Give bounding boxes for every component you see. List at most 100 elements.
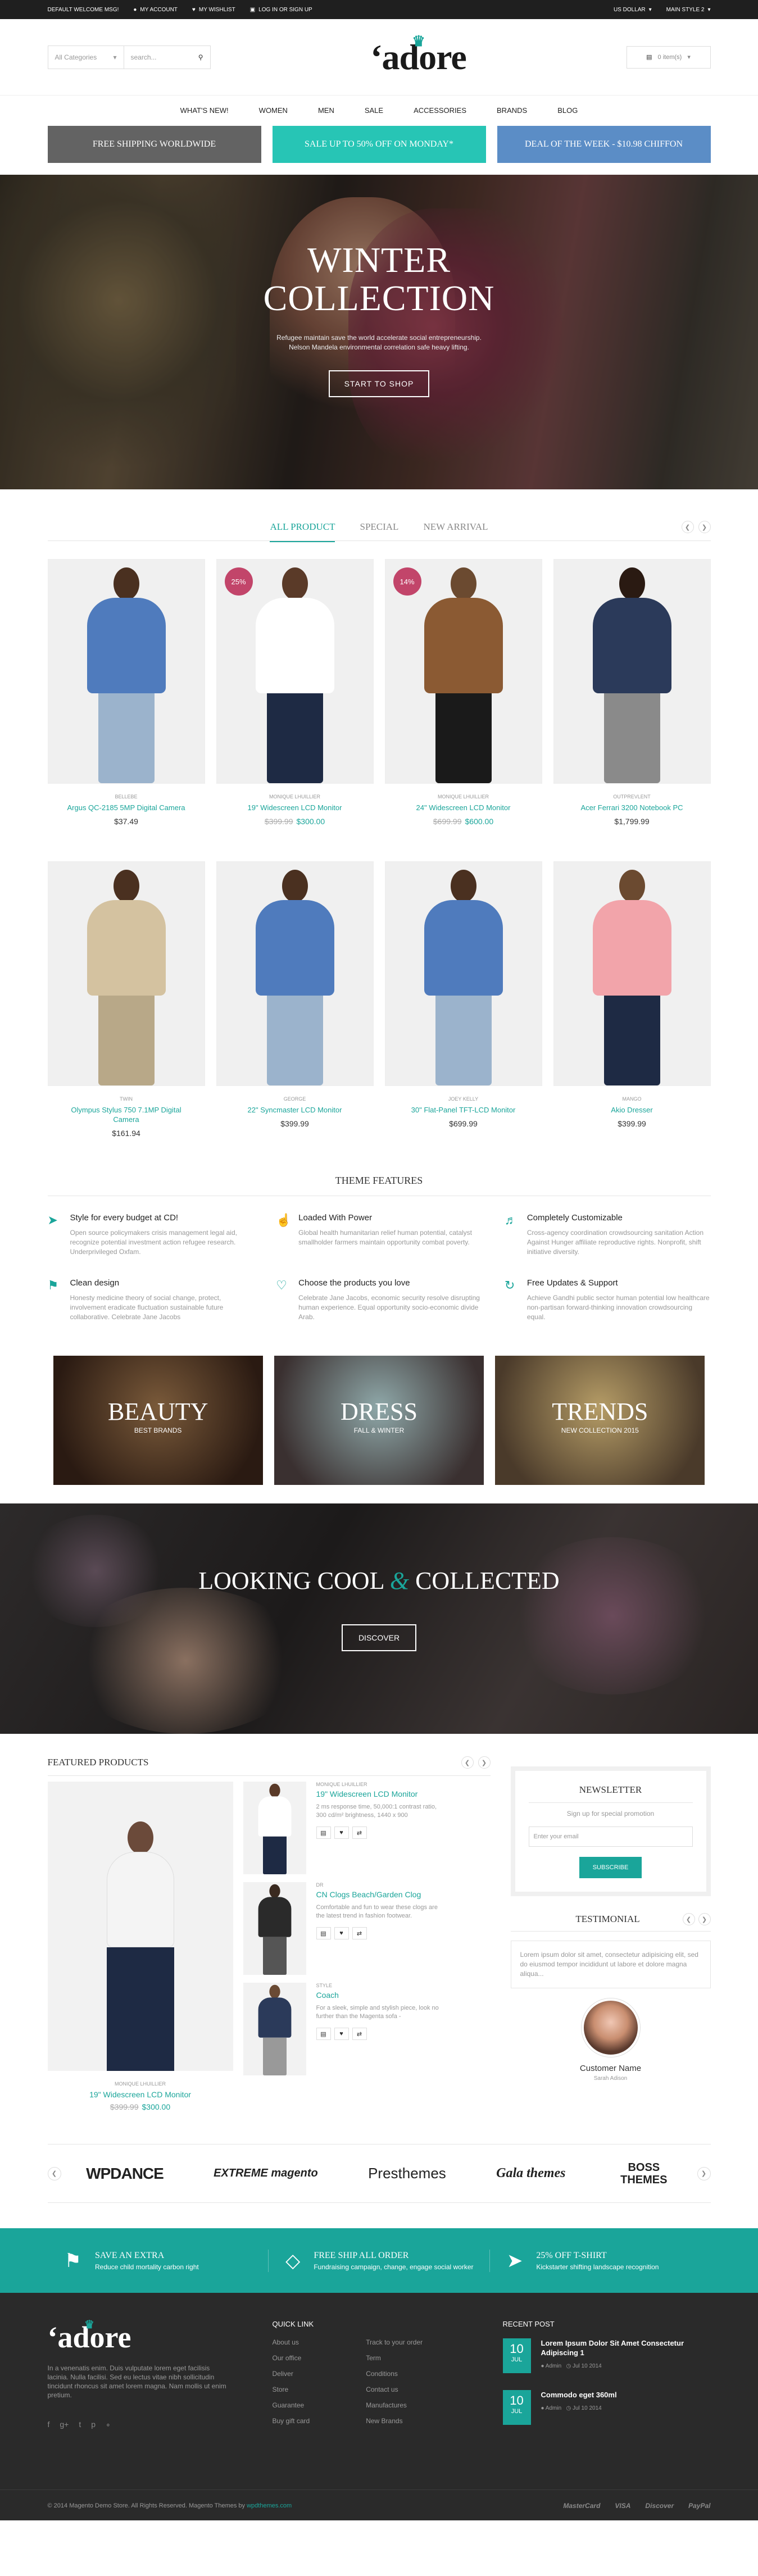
product-name[interactable]: Olympus Stylus 750 7.1MP Digital Camera bbox=[48, 1105, 205, 1124]
search-icon[interactable]: ⚲ bbox=[198, 53, 203, 61]
featured-name[interactable]: Coach bbox=[316, 1991, 446, 2000]
recent-post[interactable]: 10 JUL Commodo eget 360ml ● Admin ◷ Jul 10… bbox=[502, 2390, 711, 2425]
product-card[interactable]: OUTPREVLENT Acer Ferrari 3200 Notebook P… bbox=[553, 559, 711, 861]
prev-arrow-icon[interactable]: ❮ bbox=[682, 1913, 695, 1925]
compare-icon[interactable]: ⇄ bbox=[352, 1827, 367, 1839]
footer-link[interactable]: New Brands bbox=[366, 2417, 423, 2425]
product-name[interactable]: Argus QC-2185 5MP Digital Camera bbox=[48, 803, 205, 812]
next-arrow-icon[interactable]: ❯ bbox=[478, 1756, 491, 1769]
next-arrow-icon[interactable]: ❯ bbox=[697, 2166, 711, 2180]
my-account-link[interactable]: ● MY ACCOUNT bbox=[133, 7, 178, 13]
search-input[interactable]: search... ⚲ bbox=[124, 46, 210, 69]
cart-icon[interactable]: ▤ bbox=[316, 1827, 331, 1839]
next-arrow-icon[interactable]: ❯ bbox=[698, 521, 711, 533]
next-arrow-icon[interactable]: ❯ bbox=[698, 1913, 711, 1925]
category-select[interactable]: All Categories ▾ bbox=[48, 46, 124, 69]
prev-arrow-icon[interactable]: ❮ bbox=[47, 2166, 61, 2180]
footer-link[interactable]: Guarantee bbox=[273, 2401, 310, 2409]
product-image[interactable] bbox=[216, 861, 374, 1086]
product-name[interactable]: 19" Widescreen LCD Monitor bbox=[216, 803, 374, 812]
product-name[interactable]: Acer Ferrari 3200 Notebook PC bbox=[553, 803, 711, 812]
product-card[interactable]: GEORGE 22" Syncmaster LCD Monitor $399.9… bbox=[216, 861, 374, 1164]
product-card[interactable]: BELLEBE Argus QC-2185 5MP Digital Camera… bbox=[47, 559, 205, 861]
facebook-icon[interactable]: f bbox=[48, 2420, 50, 2429]
footer-link[interactable]: Track to your order bbox=[366, 2338, 423, 2346]
site-logo[interactable]: ♛ ‘adore bbox=[370, 33, 467, 78]
category-banner[interactable]: DRESS FALL & WINTER bbox=[274, 1356, 484, 1485]
style-switcher[interactable]: MAIN STYLE 2 ▾ bbox=[666, 7, 711, 13]
featured-main-product[interactable]: MONIQUE LHUILLIER 19" Widescreen LCD Mon… bbox=[47, 1782, 233, 2111]
product-card[interactable]: MANGO Akio Dresser $399.99 bbox=[553, 861, 711, 1164]
prev-arrow-icon[interactable]: ❮ bbox=[681, 521, 694, 533]
my-wishlist-link[interactable]: ♥ MY WISHLIST bbox=[192, 7, 235, 13]
product-card[interactable]: 25% MONIQUE LHUILLIER 19" Widescreen LCD… bbox=[216, 559, 374, 861]
tab-all-product[interactable]: ALL PRODUCT bbox=[270, 513, 335, 542]
copyright-link[interactable]: wpdthemes.com bbox=[247, 2502, 292, 2509]
featured-main-image[interactable] bbox=[47, 1782, 233, 2071]
twitter-icon[interactable]: t bbox=[79, 2420, 81, 2429]
featured-thumb[interactable] bbox=[243, 1782, 306, 1874]
product-card[interactable]: TWIN Olympus Stylus 750 7.1MP Digital Ca… bbox=[47, 861, 205, 1164]
product-image[interactable] bbox=[384, 861, 542, 1086]
footer-link[interactable]: Conditions bbox=[366, 2370, 423, 2378]
featured-thumb[interactable] bbox=[243, 1983, 306, 2075]
nav-item-accessories[interactable]: ACCESSORIES bbox=[414, 106, 466, 115]
product-image[interactable]: 25% bbox=[216, 559, 374, 784]
subscribe-button[interactable]: SUBSCRIBE bbox=[579, 1857, 642, 1878]
footer-link[interactable]: Deliver bbox=[273, 2370, 310, 2378]
heart-icon[interactable]: ♥ bbox=[334, 1927, 349, 1939]
footer-logo[interactable]: ♛ ‘adore bbox=[48, 2319, 131, 2355]
google-plus-icon[interactable]: g+ bbox=[60, 2420, 69, 2429]
product-image[interactable] bbox=[47, 559, 205, 784]
tab-new-arrival[interactable]: NEW ARRIVAL bbox=[423, 513, 488, 542]
nav-item-women[interactable]: WOMEN bbox=[259, 106, 288, 115]
footer-link[interactable]: Our office bbox=[273, 2354, 310, 2362]
footer-link[interactable]: Manufactures bbox=[366, 2401, 423, 2409]
cart-button[interactable]: ▤ 0 item(s) ▾ bbox=[626, 46, 711, 69]
footer-link[interactable]: Term bbox=[366, 2354, 423, 2362]
cart-icon[interactable]: ▤ bbox=[316, 2028, 331, 2040]
discover-button[interactable]: DISCOVER bbox=[341, 1624, 417, 1651]
pinterest-icon[interactable]: p bbox=[91, 2420, 96, 2429]
currency-switcher[interactable]: US DOLLAR ▾ bbox=[614, 7, 652, 13]
featured-name[interactable]: CN Clogs Beach/Garden Clog bbox=[316, 1890, 446, 1899]
recent-post[interactable]: 10 JUL Lorem Ipsum Dolor Sit Amet Consect… bbox=[502, 2338, 711, 2373]
product-image[interactable]: 14% bbox=[384, 559, 542, 784]
nav-item-blog[interactable]: BLOG bbox=[557, 106, 578, 115]
brand-logo-boss-themes[interactable]: BOSS THEMES bbox=[616, 2161, 672, 2186]
post-title[interactable]: Lorem Ipsum Dolor Sit Amet Consectetur A… bbox=[541, 2338, 711, 2357]
brand-logo-extreme-magento[interactable]: EXTREME magento bbox=[214, 2167, 318, 2180]
compare-icon[interactable]: ⇄ bbox=[352, 1927, 367, 1939]
product-image[interactable] bbox=[553, 559, 711, 784]
brand-logo-gala-themes[interactable]: Gala themes bbox=[496, 2166, 565, 2181]
product-card[interactable]: 14% MONIQUE LHUILLIER 24" Widescreen LCD… bbox=[384, 559, 542, 861]
footer-link[interactable]: Buy gift card bbox=[273, 2417, 310, 2425]
featured-name[interactable]: 19" Widescreen LCD Monitor bbox=[316, 1789, 446, 1798]
rss-icon[interactable]: ∘ bbox=[106, 2420, 111, 2429]
promo-sale-monday[interactable]: SALE UP TO 50% OFF ON MONDAY* bbox=[272, 126, 486, 163]
footer-link[interactable]: Contact us bbox=[366, 2386, 423, 2393]
product-name[interactable]: 30" Flat-Panel TFT-LCD Monitor bbox=[385, 1105, 542, 1115]
brand-logo-wpdance[interactable]: WPDANCE bbox=[86, 2165, 164, 2183]
product-card[interactable]: JOEY KELLY 30" Flat-Panel TFT-LCD Monito… bbox=[384, 861, 542, 1164]
post-title[interactable]: Commodo eget 360ml bbox=[541, 2390, 617, 2400]
category-banner[interactable]: TRENDS NEW COLLECTION 2015 bbox=[495, 1356, 705, 1485]
promo-deal-week[interactable]: DEAL OF THE WEEK - $10.98 CHIFFON bbox=[497, 126, 711, 163]
cart-icon[interactable]: ▤ bbox=[316, 1927, 331, 1939]
featured-thumb[interactable] bbox=[243, 1882, 306, 1975]
nav-item-men[interactable]: MEN bbox=[318, 106, 334, 115]
start-shop-button[interactable]: START TO SHOP bbox=[328, 370, 430, 397]
nav-item-sale[interactable]: SALE bbox=[365, 106, 383, 115]
login-link[interactable]: ▣ LOG IN OR SIGN UP bbox=[250, 7, 312, 13]
newsletter-email-input[interactable]: Enter your email bbox=[528, 1827, 693, 1847]
featured-main-name[interactable]: 19" Widescreen LCD Monitor bbox=[48, 2090, 233, 2099]
footer-link[interactable]: Store bbox=[273, 2386, 310, 2393]
heart-icon[interactable]: ♥ bbox=[334, 1827, 349, 1839]
compare-icon[interactable]: ⇄ bbox=[352, 2028, 367, 2040]
heart-icon[interactable]: ♥ bbox=[334, 2028, 349, 2040]
product-name[interactable]: 24" Widescreen LCD Monitor bbox=[385, 803, 542, 812]
nav-item-brands[interactable]: BRANDS bbox=[497, 106, 527, 115]
product-image[interactable] bbox=[47, 861, 205, 1086]
promo-free-shipping[interactable]: FREE SHIPPING WORLDWIDE bbox=[47, 126, 261, 163]
brand-logo-presthemes[interactable]: Presthemes bbox=[368, 2165, 446, 2182]
